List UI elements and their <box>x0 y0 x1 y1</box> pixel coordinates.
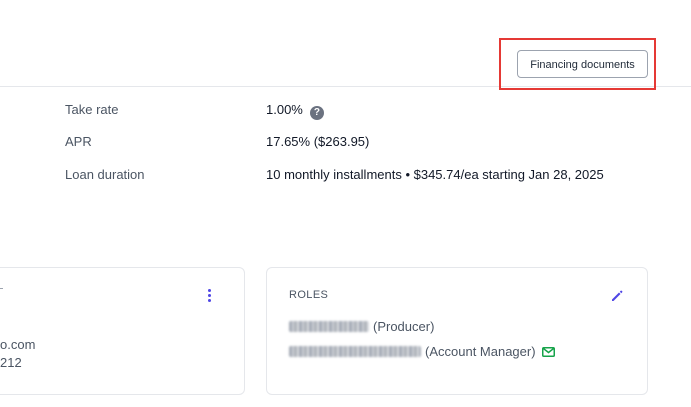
more-options-icon[interactable] <box>207 289 213 303</box>
highlight-box <box>499 38 656 90</box>
take-rate-value: 1.00% <box>266 102 303 117</box>
contact-phone: 212 <box>0 355 22 370</box>
help-icon[interactable]: ? <box>309 106 324 120</box>
role-row-account-manager: (Account Manager) <box>289 344 555 359</box>
apr-label: APR <box>65 134 92 149</box>
apr-value: 17.65% ($263.95) <box>266 134 370 149</box>
role-label: (Producer) <box>373 319 435 334</box>
redacted-name <box>289 321 369 332</box>
loan-duration-label: Loan duration <box>65 167 145 182</box>
contact-email: o.com <box>0 337 36 352</box>
redacted-name <box>289 346 421 357</box>
role-row-producer: (Producer) <box>289 319 434 334</box>
role-label: (Account Manager) <box>425 344 536 359</box>
take-rate-value-row: 1.00%? <box>266 102 324 120</box>
take-rate-label: Take rate <box>65 102 119 117</box>
roles-title: ROLES <box>289 289 329 301</box>
edit-pencil-icon[interactable] <box>610 289 624 303</box>
card-title-fragment <box>0 288 3 289</box>
contact-card <box>0 267 245 395</box>
mail-icon[interactable] <box>541 347 555 357</box>
loan-duration-value: 10 monthly installments • $345.74/ea sta… <box>266 167 604 182</box>
